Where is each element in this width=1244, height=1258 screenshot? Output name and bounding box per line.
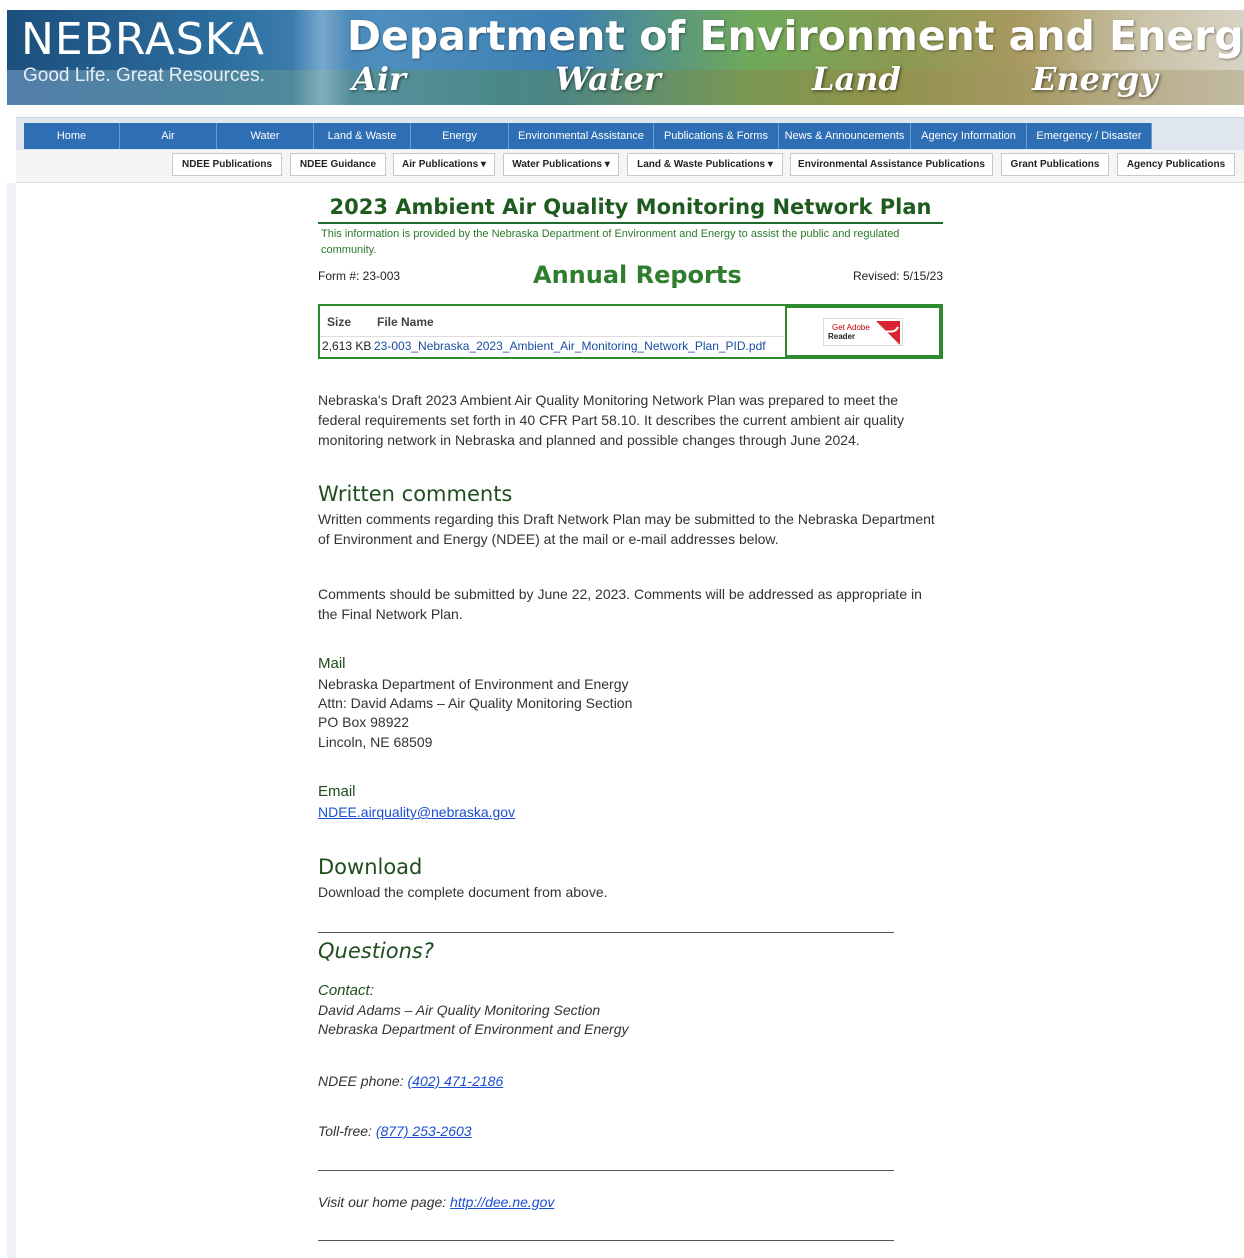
adobe-reader-link[interactable]: Get Adobe Reader (785, 306, 941, 357)
nav-publications-forms[interactable]: Publications & Forms (654, 123, 779, 149)
tollfree-link[interactable]: (877) 253-2603 (376, 1123, 472, 1139)
form-number: Form #: 23-003 (318, 269, 401, 283)
nav-energy[interactable]: Energy (411, 123, 509, 149)
theme-land: Land (812, 60, 901, 98)
col-size-header: Size (327, 315, 352, 329)
subnav-agency-publications[interactable]: Agency Publications (1117, 153, 1235, 176)
theme-energy: Energy (1032, 60, 1158, 98)
plan-description: Nebraska's Draft 2023 Ambient Air Qualit… (318, 392, 904, 448)
mail-heading: Mail (318, 655, 346, 672)
left-border (7, 183, 16, 1258)
publications-subnav: NDEE Publications NDEE Guidance Air Publ… (16, 150, 1244, 183)
mail-line-3: PO Box 98922 (318, 714, 410, 730)
email-heading: Email (318, 783, 356, 800)
mail-line-1: Nebraska Department of Environment and E… (318, 676, 629, 692)
department-title: Department of Environment and Energy (347, 12, 1244, 60)
site-banner: NEBRASKA Good Life. Great Resources. Dep… (7, 10, 1244, 105)
adobe-get-label: Get Adobe (832, 322, 870, 332)
col-filename-header: File Name (377, 315, 434, 329)
contact-name: David Adams – Air Quality Monitoring Sec… (318, 1002, 601, 1018)
file-download-link[interactable]: 23-003_Nebraska_2023_Ambient_Air_Monitor… (374, 339, 766, 353)
phone-row: NDEE phone: (402) 471-2186 (318, 1071, 943, 1091)
section-heading: Annual Reports (533, 261, 742, 289)
file-size: 2,613 KB (322, 339, 372, 353)
file-table: Size File Name 2,613 KB 23-003_Nebraska_… (318, 304, 943, 359)
theme-air: Air (352, 60, 406, 98)
intro-text: This information is provided by the Nebr… (321, 228, 900, 256)
contact-label: Contact: (318, 982, 374, 999)
download-heading: Download (318, 855, 423, 879)
adobe-logo-icon (876, 320, 900, 345)
subnav-environmental-assistance-publications[interactable]: Environmental Assistance Publications (790, 153, 993, 176)
mail-line-4: Lincoln, NE 68509 (318, 734, 433, 750)
nav-news[interactable]: News & Announcements (779, 123, 911, 149)
page-title: 2023 Ambient Air Quality Monitoring Netw… (318, 195, 943, 224)
subnav-land-waste-publications[interactable]: Land & Waste Publications ▾ (627, 153, 783, 176)
brand-logo[interactable]: NEBRASKA (21, 14, 265, 65)
revised-date: Revised: 5/15/23 (852, 269, 943, 283)
subnav-ndee-publications[interactable]: NDEE Publications (172, 153, 282, 176)
tollfree-label: Toll-free: (318, 1123, 376, 1139)
divider (318, 932, 894, 933)
nav-home[interactable]: Home (24, 123, 120, 149)
subnav-ndee-guidance[interactable]: NDEE Guidance (290, 153, 386, 176)
phone-label: NDEE phone: (318, 1073, 408, 1089)
nav-agency-information[interactable]: Agency Information (911, 123, 1027, 149)
adobe-reader-badge: Get Adobe Reader (823, 317, 903, 346)
homepage-row: Visit our home page: http://dee.ne.gov (318, 1192, 943, 1212)
adobe-reader-label: Reader (828, 331, 856, 341)
email-link[interactable]: NDEE.airquality@nebraska.gov (318, 802, 515, 822)
divider (318, 1170, 894, 1171)
nav-environmental-assistance[interactable]: Environmental Assistance (509, 123, 654, 149)
phone-link[interactable]: (402) 471-2186 (408, 1073, 504, 1089)
table-divider (320, 336, 784, 337)
contact-org: Nebraska Department of Environment and E… (318, 1021, 629, 1037)
main-nav: Home Air Water Land & Waste Energy Envir… (16, 117, 1244, 150)
written-comments-text: Written comments regarding this Draft Ne… (318, 511, 935, 547)
divider (318, 1240, 894, 1241)
nav-water[interactable]: Water (217, 123, 314, 149)
homepage-label: Visit our home page: (318, 1194, 451, 1210)
subnav-grant-publications[interactable]: Grant Publications (1001, 153, 1109, 176)
written-comments-heading: Written comments (318, 482, 513, 506)
deadline-text: Comments should be submitted by June 22,… (318, 586, 922, 622)
tollfree-row: Toll-free: (877) 253-2603 (318, 1121, 943, 1141)
theme-water: Water (555, 60, 661, 98)
questions-heading: Questions? (318, 939, 435, 963)
tagline: Good Life. Great Resources. (23, 65, 265, 86)
subnav-air-publications[interactable]: Air Publications ▾ (393, 153, 495, 176)
subnav-water-publications[interactable]: Water Publications ▾ (503, 153, 619, 176)
mail-line-2: Attn: David Adams – Air Quality Monitori… (318, 695, 633, 711)
nav-emergency[interactable]: Emergency / Disaster (1027, 123, 1152, 149)
download-text: Download the complete document from abov… (318, 884, 608, 900)
nav-air[interactable]: Air (120, 123, 217, 149)
nav-land-waste[interactable]: Land & Waste (314, 123, 411, 149)
homepage-link[interactable]: http://dee.ne.gov (450, 1194, 554, 1210)
